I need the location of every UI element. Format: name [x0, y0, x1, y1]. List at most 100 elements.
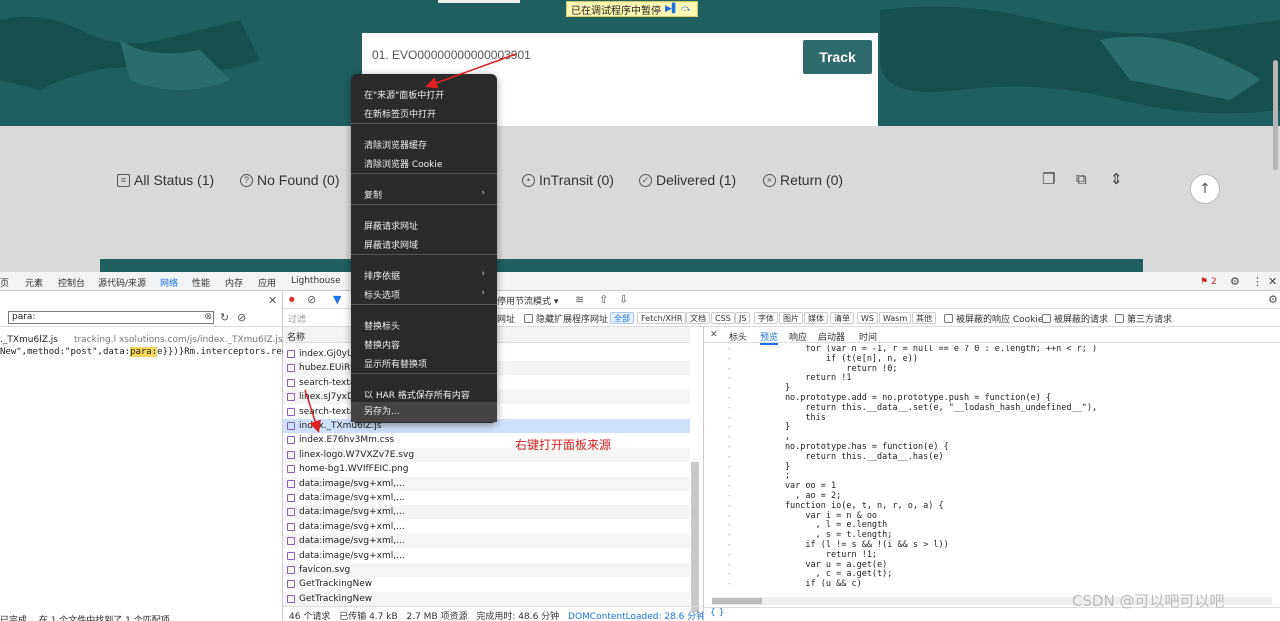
- request-row[interactable]: data:image/svg+xml,...: [283, 491, 690, 505]
- page-scrollbar[interactable]: [1273, 60, 1278, 170]
- request-row[interactable]: data:image/svg+xml,...: [283, 476, 690, 491]
- blocked-cookies-checkbox[interactable]: 被屏蔽的响应 Cookie: [944, 312, 1043, 325]
- tab-memory[interactable]: 内存: [225, 276, 243, 289]
- chip-font[interactable]: 字体: [754, 312, 778, 324]
- request-list-scrollbar[interactable]: [691, 462, 699, 612]
- filter-all-status[interactable]: ≡ All Status (1): [117, 172, 214, 188]
- clear-icon[interactable]: ⊘: [237, 311, 246, 324]
- chip-media[interactable]: 媒体: [804, 312, 828, 324]
- chip-ws[interactable]: WS: [857, 312, 878, 324]
- context-menu-item[interactable]: 清除浏览器 Cookie: [364, 157, 442, 170]
- throttle-select[interactable]: 停用节流模式 ▾: [497, 294, 558, 307]
- request-row[interactable]: favicon.svg: [283, 563, 690, 577]
- duplicate-icon[interactable]: ⧉: [1076, 170, 1087, 188]
- chip-fetch-xhr[interactable]: Fetch/XHR: [637, 312, 687, 324]
- context-menu-item[interactable]: 排序依据: [364, 269, 400, 282]
- tab-timing[interactable]: 时间: [859, 330, 877, 343]
- request-row[interactable]: GetTrackingNew: [283, 591, 690, 606]
- close-detail-icon[interactable]: ✕: [710, 330, 718, 340]
- request-row[interactable]: data:image/svg+xml,...: [283, 520, 690, 534]
- filter-in-transit[interactable]: • InTransit (0): [522, 172, 614, 188]
- tab-lighthouse[interactable]: Lighthouse: [291, 276, 341, 286]
- tab-preview[interactable]: 预览: [760, 330, 779, 345]
- checkbox[interactable]: [524, 314, 533, 323]
- scroll-thumb[interactable]: [712, 598, 762, 604]
- chip-js[interactable]: JS: [735, 312, 751, 324]
- hide-extension-checkbox[interactable]: 隐藏扩展程序网址: [524, 312, 608, 325]
- context-menu-item[interactable]: 另存为...: [351, 402, 497, 422]
- filter-return[interactable]: × Return (0): [763, 172, 843, 188]
- context-menu-item[interactable]: 清除浏览器缓存: [364, 138, 427, 151]
- close-search-icon[interactable]: ✕: [268, 294, 277, 307]
- request-row[interactable]: data:image/svg+xml,...: [283, 505, 690, 520]
- network-settings-icon[interactable]: ⚙: [1268, 293, 1278, 306]
- context-menu-item[interactable]: 在"来源"面板中打开: [364, 88, 444, 101]
- search-input[interactable]: para: ⊗: [8, 311, 214, 324]
- chip-manifest[interactable]: 清单: [830, 312, 854, 324]
- context-menu-item[interactable]: 复制: [364, 188, 382, 201]
- resume-icon[interactable]: ▶▌: [665, 4, 679, 14]
- filter-no-found[interactable]: ? No Found (0): [240, 172, 339, 188]
- search-result-file[interactable]: ._TXmu6lZ.js tracking.l xsolutions.com/js…: [0, 335, 283, 345]
- context-menu-item[interactable]: 替换标头: [364, 319, 400, 332]
- scroll-to-top-button[interactable]: ↑: [1190, 174, 1220, 204]
- paused-label: 已在调试程序中暂停: [571, 5, 661, 17]
- context-menu-item[interactable]: 显示所有替换项: [364, 357, 427, 370]
- chip-doc[interactable]: 文档: [686, 312, 710, 324]
- copy-icon[interactable]: ❐: [1042, 170, 1055, 188]
- issues-badge[interactable]: ⚑ 2: [1200, 277, 1217, 287]
- context-menu-item[interactable]: 屏蔽请求网域: [364, 238, 418, 251]
- chip-other[interactable]: 其他: [912, 312, 936, 324]
- chip-all[interactable]: 全部: [610, 312, 634, 324]
- context-menu-item[interactable]: 标头选项: [364, 288, 400, 301]
- request-row[interactable]: GetTrackingNew: [283, 577, 690, 591]
- filter-delivered[interactable]: ✓ Delivered (1): [639, 172, 736, 188]
- clear-search-icon[interactable]: ⊗: [204, 312, 212, 323]
- chip-img[interactable]: 图片: [779, 312, 803, 324]
- wifi-icon[interactable]: ≋: [575, 293, 584, 306]
- file-icon: [287, 580, 295, 589]
- blocked-requests-checkbox[interactable]: 被屏蔽的请求: [1042, 312, 1108, 325]
- tab-performance[interactable]: 性能: [192, 276, 210, 289]
- checkbox[interactable]: [944, 314, 953, 323]
- tab-headers[interactable]: 标头: [729, 330, 747, 343]
- tab-initiator[interactable]: 启动器: [818, 330, 845, 343]
- third-party-checkbox[interactable]: 第三方请求: [1115, 312, 1172, 325]
- tab-response[interactable]: 响应: [789, 330, 807, 343]
- tab-page[interactable]: 页: [0, 276, 9, 289]
- track-button[interactable]: Track: [803, 40, 872, 74]
- checkbox[interactable]: [1115, 314, 1124, 323]
- filter-icon[interactable]: ▼: [333, 293, 341, 306]
- refresh-icon[interactable]: ↻: [220, 311, 229, 324]
- record-icon[interactable]: ⏺: [289, 293, 295, 307]
- context-menu-item[interactable]: 以 HAR 格式保存所有内容: [364, 388, 470, 401]
- context-menu-item[interactable]: 在新标签页中打开: [364, 107, 436, 120]
- expand-collapse-icon[interactable]: ⇕: [1110, 170, 1123, 188]
- request-row[interactable]: data:image/svg+xml,...: [283, 534, 690, 549]
- context-menu-item[interactable]: 屏蔽请求网址: [364, 219, 418, 232]
- file-icon: [287, 393, 295, 402]
- tracking-number-input[interactable]: 01. EVO00000000000003901: [372, 48, 531, 62]
- tab-console[interactable]: 控制台: [58, 276, 85, 289]
- upload-icon[interactable]: ⇧: [599, 293, 608, 306]
- filter-input[interactable]: 过滤: [288, 312, 306, 325]
- hide-data-url-checkbox[interactable]: 网址: [497, 312, 515, 325]
- chip-css[interactable]: CSS: [711, 312, 735, 324]
- request-row[interactable]: linex-logo.W7VXZv7E.svg: [283, 447, 690, 462]
- more-menu-icon[interactable]: ⋮: [1252, 275, 1263, 288]
- request-row[interactable]: index.E76hv3Mm.css: [283, 433, 690, 447]
- close-devtools-icon[interactable]: ✕: [1268, 275, 1277, 288]
- context-menu-item[interactable]: 替换内容: [364, 338, 400, 351]
- step-over-icon[interactable]: ⤼: [681, 4, 693, 14]
- request-row[interactable]: home-bg1.WVIfFEIC.png: [283, 462, 690, 476]
- settings-gear-icon[interactable]: ⚙: [1230, 275, 1240, 288]
- download-icon[interactable]: ⇩: [619, 293, 628, 306]
- request-row[interactable]: data:image/svg+xml,...: [283, 549, 690, 563]
- clear-log-icon[interactable]: ⊘: [307, 293, 316, 306]
- tab-elements[interactable]: 元素: [25, 276, 43, 289]
- tab-application[interactable]: 应用: [258, 276, 276, 289]
- file-icon: [287, 350, 295, 358]
- chip-wasm[interactable]: Wasm: [879, 312, 912, 324]
- checkbox[interactable]: [1042, 314, 1051, 323]
- tab-sources[interactable]: 源代码/来源: [98, 276, 146, 289]
